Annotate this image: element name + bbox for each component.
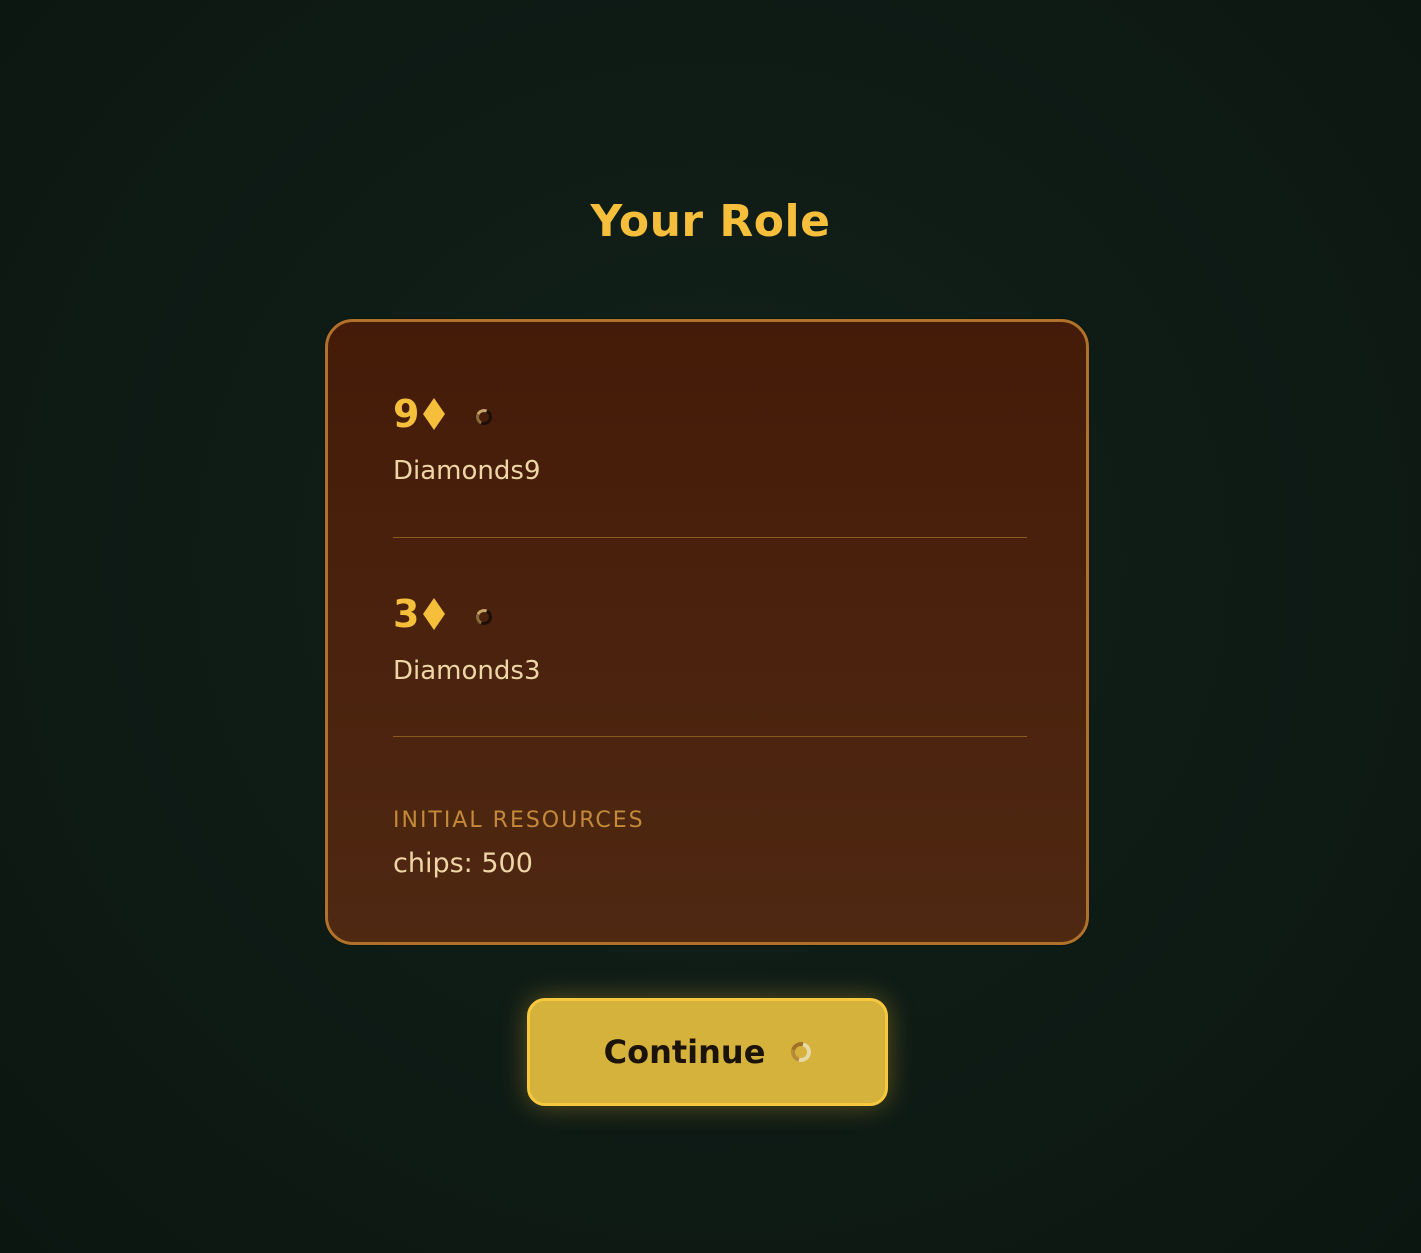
continue-button[interactable]: Continue	[527, 998, 888, 1106]
resources-label: INITIAL RESOURCES	[393, 808, 645, 833]
hand-card-item: 9 Diamonds9	[393, 392, 1027, 486]
card-rank: 9	[393, 392, 420, 436]
loading-spinner-icon	[474, 606, 495, 628]
page-title: Your Role	[590, 196, 831, 247]
hand-card-header: 3	[393, 592, 1027, 636]
hand-card-header: 9	[393, 392, 1027, 436]
divider	[393, 736, 1027, 737]
diamond-icon	[422, 397, 446, 431]
card-name: Diamonds3	[393, 656, 541, 686]
resources-value: chips: 500	[393, 848, 533, 879]
card-name: Diamonds9	[393, 456, 541, 486]
loading-spinner-icon	[474, 406, 495, 428]
role-card: 9 Diamonds9 3 Diamonds3 INITIAL RESOURCE…	[325, 319, 1089, 945]
divider	[393, 537, 1027, 538]
loading-spinner-icon	[787, 1038, 816, 1066]
diamond-icon	[422, 597, 446, 631]
continue-button-label: Continue	[603, 1033, 766, 1071]
card-rank: 3	[393, 592, 420, 636]
hand-card-item: 3 Diamonds3	[393, 592, 1027, 686]
